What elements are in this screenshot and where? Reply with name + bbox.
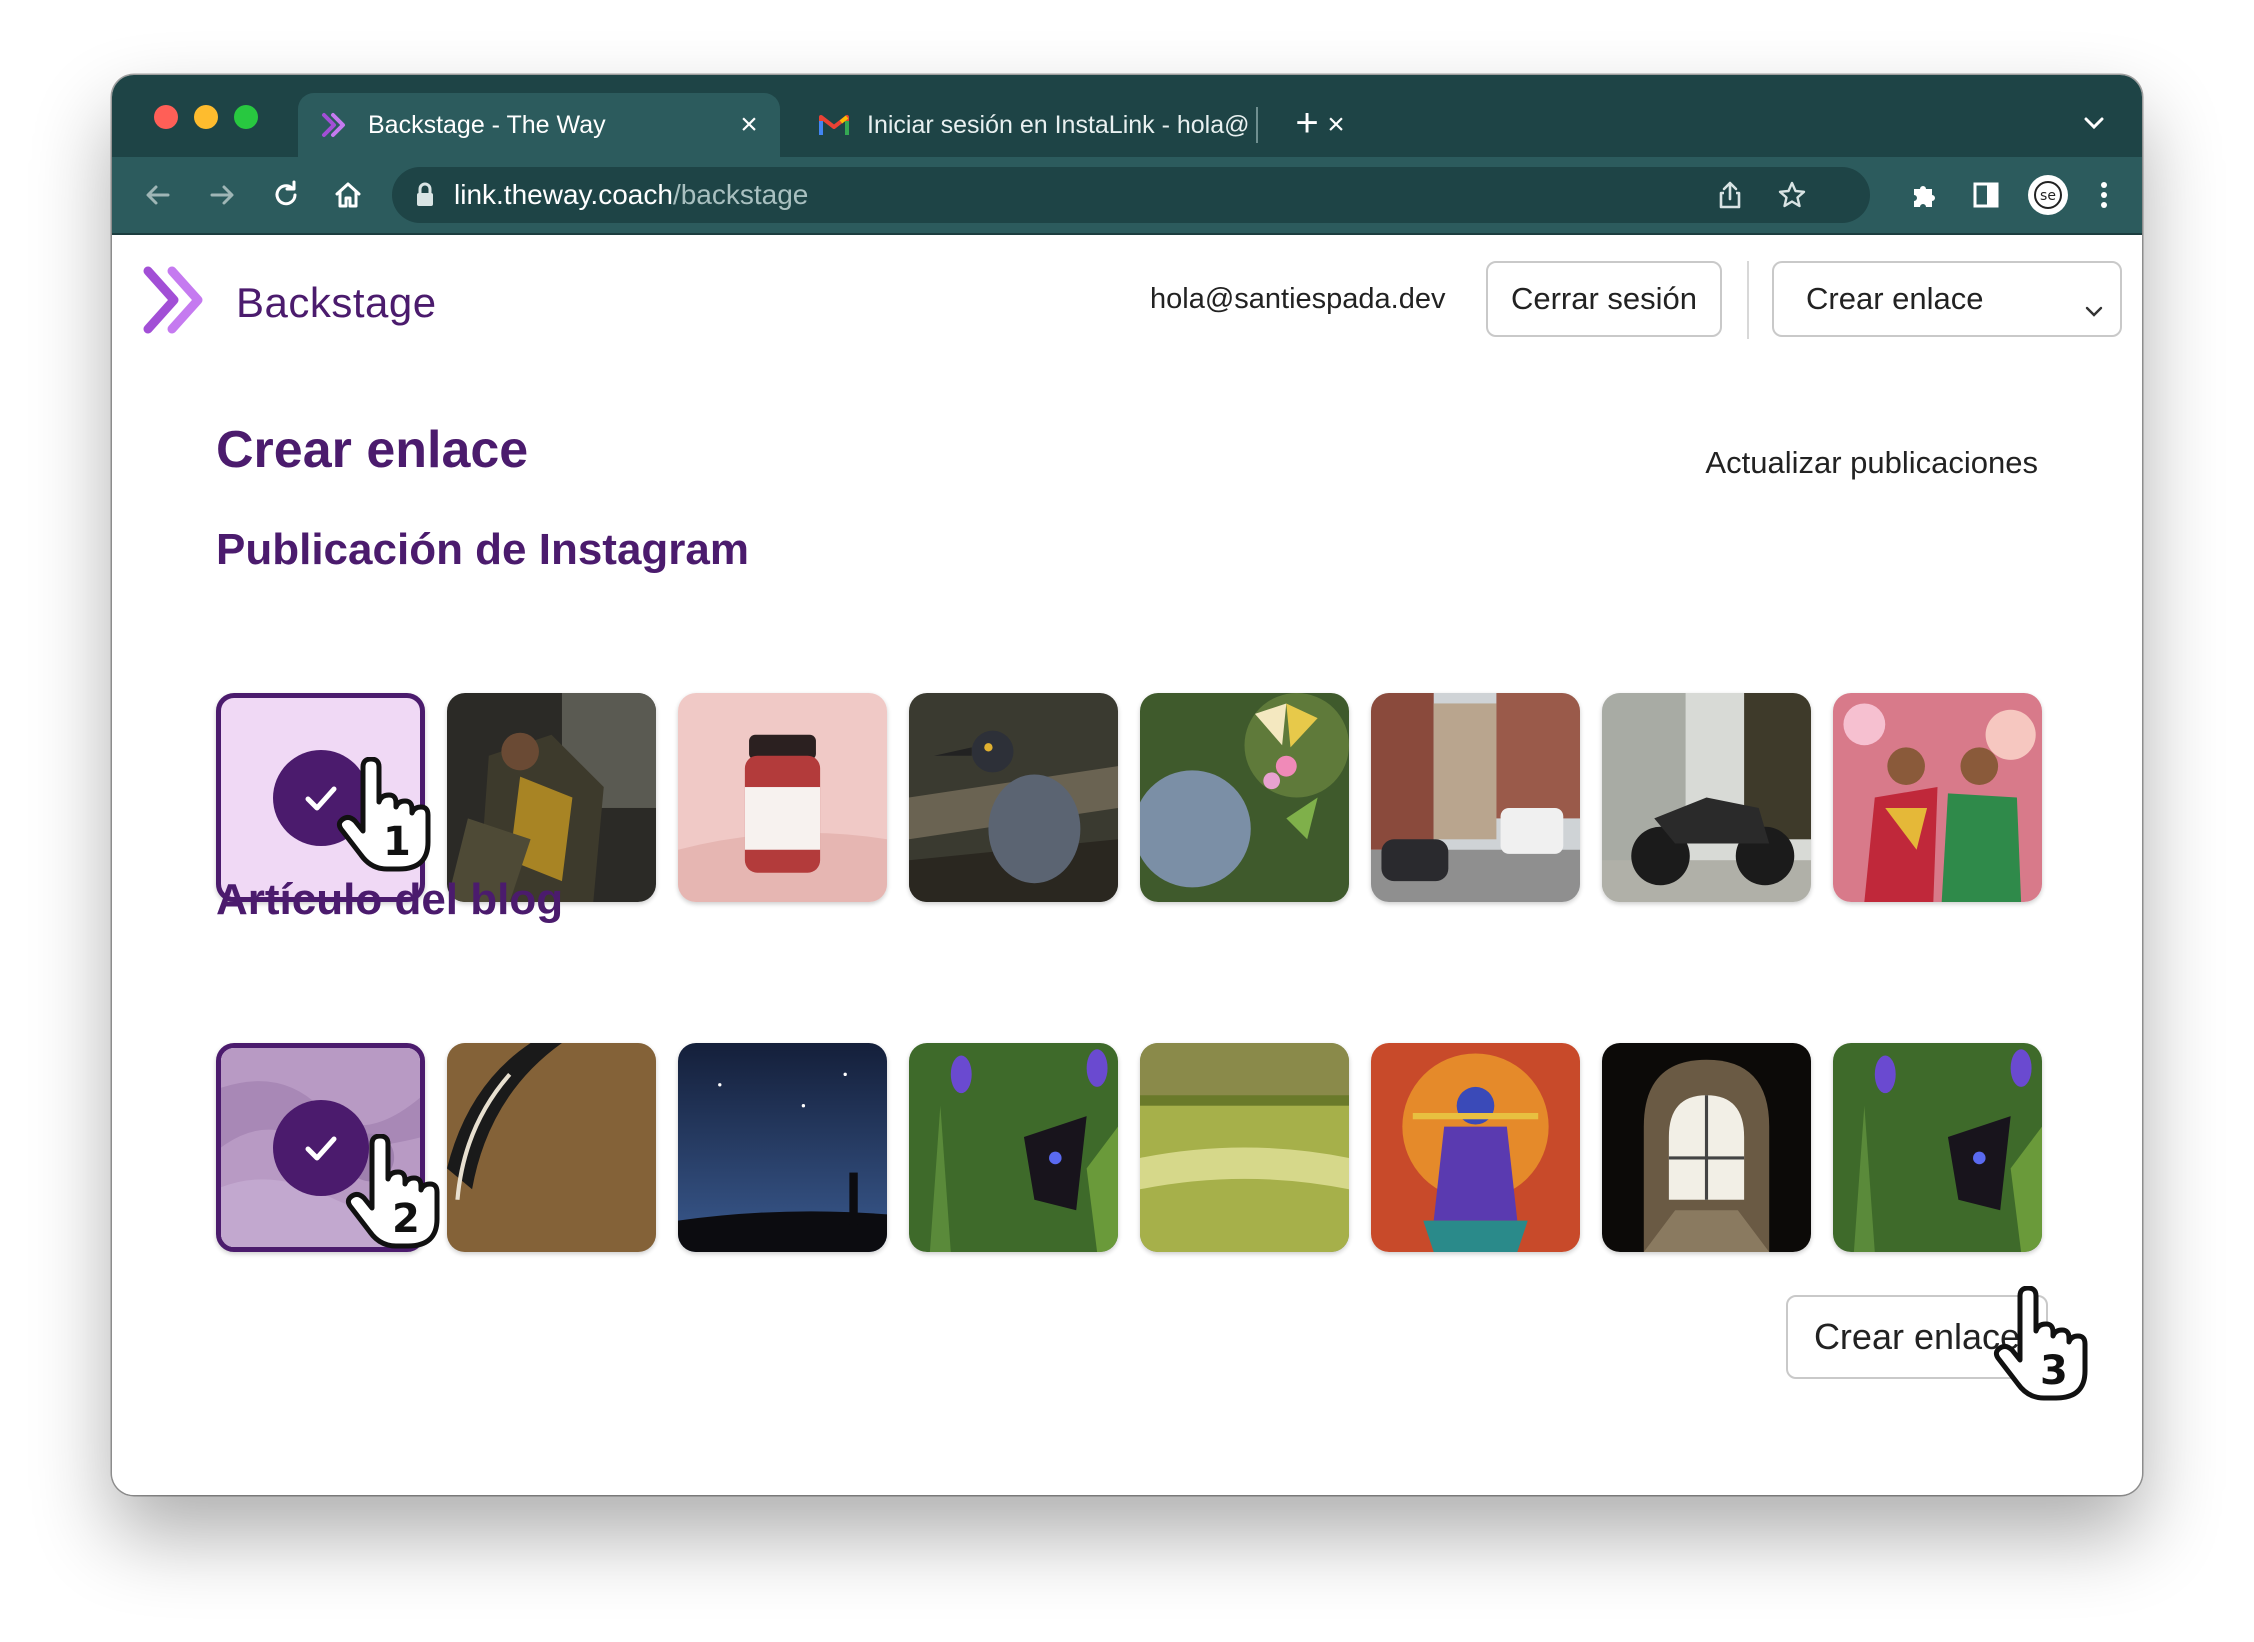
action-select-value: Crear enlace (1806, 281, 1984, 316)
deity-statue-image (1371, 1043, 1580, 1252)
chevron-down-icon (2084, 291, 2104, 327)
blog-thumbnail[interactable] (1140, 1043, 1349, 1252)
post-thumbnail[interactable] (1833, 693, 2042, 902)
church-window-image (1602, 1043, 1811, 1252)
motorcycle-image (1602, 693, 1811, 902)
post-thumbnail[interactable] (1371, 693, 1580, 902)
blog-thumbnail[interactable] (1833, 1043, 2042, 1252)
back-arrow-icon[interactable] (136, 173, 180, 217)
home-icon[interactable] (326, 173, 370, 217)
tab-gmail[interactable]: Iniciar sesión en InstaLink - hola@ × (797, 93, 1367, 157)
blog-thumbnail[interactable] (1371, 1043, 1580, 1252)
more-menu-icon[interactable] (2082, 173, 2126, 217)
blog-post-grid (216, 1043, 2042, 1252)
reload-icon[interactable] (264, 173, 308, 217)
brand-name: Backstage (236, 278, 437, 326)
extensions-puzzle-icon[interactable] (1902, 173, 1946, 217)
woman-by-window-image (447, 693, 656, 902)
gmail-icon (819, 110, 849, 140)
user-email: hola@santiespada.dev (1150, 283, 1446, 315)
profile-avatar[interactable]: se (2026, 173, 2070, 217)
side-panel-icon[interactable] (1964, 173, 2008, 217)
bookmark-star-icon[interactable] (1774, 177, 1810, 213)
step-number: 1 (383, 819, 411, 865)
blog-thumbnail[interactable] (1602, 1043, 1811, 1252)
tab-separator (1256, 107, 1258, 143)
heron-bird-image (909, 693, 1118, 902)
minimize-window-button[interactable] (194, 105, 218, 129)
street-with-cars-image (1371, 693, 1580, 902)
refresh-posts-link[interactable]: Actualizar publicaciones (1705, 445, 2038, 481)
backstage-logo-icon (142, 263, 208, 342)
close-tab-icon[interactable]: × (732, 108, 766, 142)
tab-title: Backstage - The Way (368, 110, 606, 139)
post-thumbnail[interactable] (678, 693, 887, 902)
blog-thumbnail[interactable] (447, 1043, 656, 1252)
hand-cursor-icon: 2 (342, 1133, 452, 1254)
hand-cursor-icon: 1 (333, 756, 443, 877)
blog-section-heading: Artículo del blog (216, 875, 564, 924)
blog-thumbnail[interactable] (678, 1043, 887, 1252)
butterfly-purple-flowers-image (909, 1043, 1118, 1252)
share-icon[interactable] (1712, 177, 1748, 213)
hand-cursor-icon: 3 (1990, 1285, 2100, 1406)
tab-search-chevron-icon[interactable] (2074, 103, 2114, 143)
url-host: link.theway.coach (454, 179, 673, 210)
step-number: 2 (392, 1196, 420, 1242)
browser-titlebar: Backstage - The Way × Iniciar sesión en … (112, 75, 2142, 157)
instagram-post-grid (216, 693, 2042, 902)
lock-icon (414, 181, 436, 214)
bike-tire-image (447, 1043, 656, 1252)
post-thumbnail[interactable] (447, 693, 656, 902)
header-divider (1747, 261, 1749, 339)
browser-toolbar: link.theway.coach/backstage se (112, 157, 2142, 235)
tab-backstage[interactable]: Backstage - The Way × (298, 93, 780, 157)
blog-thumbnail[interactable] (909, 1043, 1118, 1252)
action-select[interactable]: Crear enlace (1772, 261, 2122, 337)
close-window-button[interactable] (154, 105, 178, 129)
address-bar[interactable]: link.theway.coach/backstage (392, 167, 1870, 223)
svg-text:se: se (2040, 188, 2056, 204)
step-number: 3 (2040, 1348, 2068, 1394)
brand[interactable]: Backstage (142, 263, 437, 342)
url-text: link.theway.coach/backstage (454, 179, 808, 211)
sunlit-stream-image (1140, 1043, 1349, 1252)
dancers-image (1833, 693, 2042, 902)
pill-bottle-image (678, 693, 887, 902)
page-title: Crear enlace (216, 421, 529, 479)
butterfly-on-flowers-image (1140, 693, 1349, 902)
new-tab-button[interactable]: + (1284, 101, 1330, 147)
post-thumbnail[interactable] (1140, 693, 1349, 902)
maximize-window-button[interactable] (234, 105, 258, 129)
post-thumbnail[interactable] (1602, 693, 1811, 902)
logout-button[interactable]: Cerrar sesión (1486, 261, 1722, 337)
backstage-logo-icon (320, 110, 350, 140)
url-path: /backstage (672, 179, 809, 210)
post-thumbnail[interactable] (909, 693, 1118, 902)
butterfly-purple-flowers-image (1833, 1043, 2042, 1252)
instagram-section-heading: Publicación de Instagram (216, 525, 750, 574)
tab-title: Iniciar sesión en InstaLink - hola@ (867, 110, 1250, 139)
night-sky-image (678, 1043, 887, 1252)
forward-arrow-icon[interactable] (200, 173, 244, 217)
